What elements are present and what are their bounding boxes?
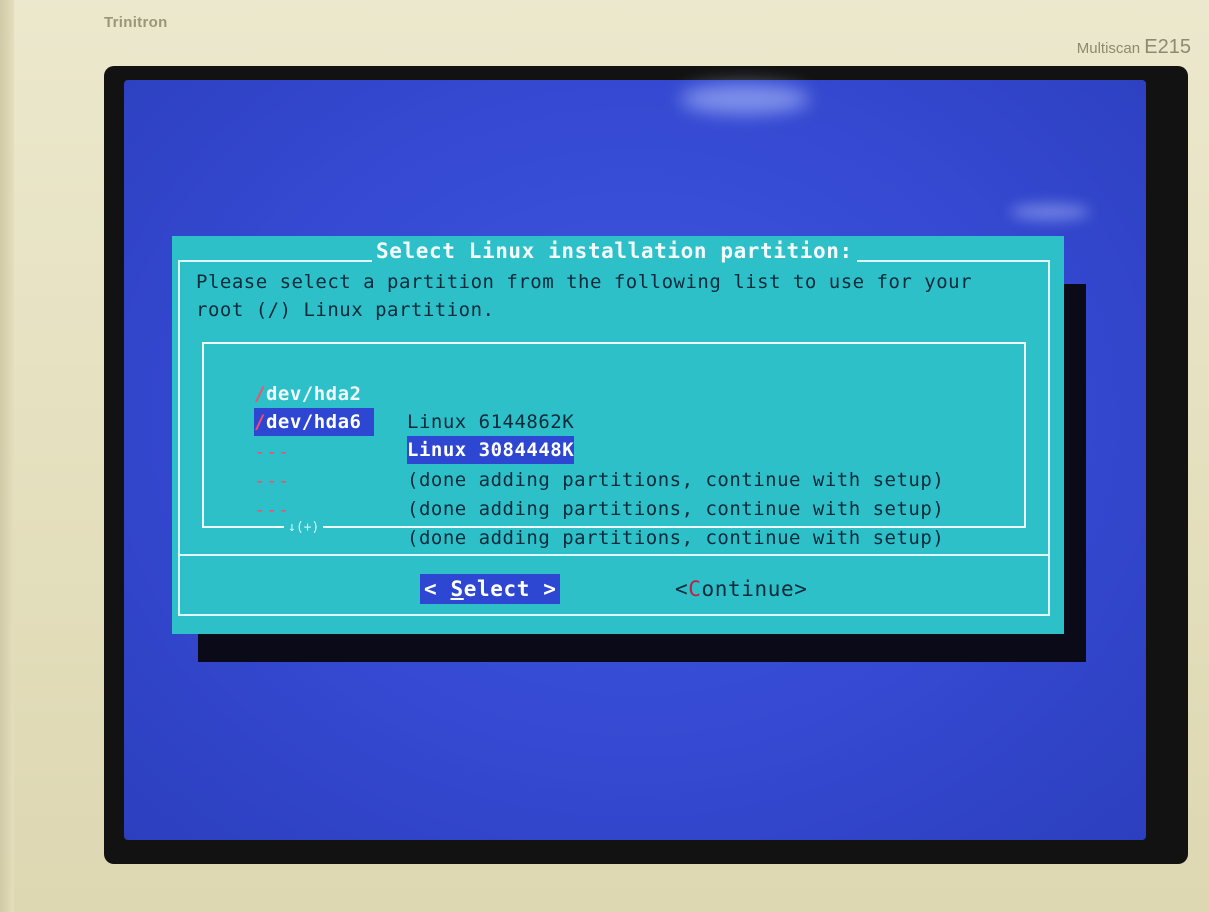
partition-item-hda2[interactable]: /dev/hda2 Linux 6144862K (254, 352, 574, 433)
scroll-down-indicator[interactable]: ↓(+) (284, 520, 324, 536)
monitor-brand: Trinitron (104, 14, 168, 31)
button-separator (178, 554, 1050, 556)
partition-item-hda6[interactable]: /dev/hda6 Linux 3084448K (254, 380, 575, 464)
partition-item-done[interactable]: --- (done adding partitions, continue wi… (254, 468, 944, 549)
monitor-model-number: E215 (1144, 36, 1191, 58)
partition-item-done[interactable]: --- (done adding partitions, continue wi… (254, 410, 944, 491)
dialog-prompt: Please select a partition from the follo… (196, 268, 1036, 324)
partition-description: (done adding partitions, continue with s… (407, 469, 945, 491)
screen-glare (680, 84, 810, 114)
screen-glare (1010, 204, 1090, 220)
partition-dialog: Select Linux installation partition: Ple… (172, 236, 1064, 634)
monitor-model: Multiscan E215 (1077, 36, 1191, 59)
partition-item-done[interactable]: --- (done adding partitions, continue wi… (254, 439, 944, 520)
partition-description: (done adding partitions, continue with s… (407, 498, 945, 520)
dialog-title: Select Linux installation partition: (372, 239, 857, 263)
bezel-edge (0, 0, 14, 912)
prompt-line: Please select a partition from the follo… (196, 271, 973, 293)
partition-description: (done adding partitions, continue with s… (407, 527, 945, 549)
partition-description: Linux 3084448K (407, 436, 575, 464)
select-button[interactable]: < Select > (420, 574, 561, 604)
partition-description: Linux 6144862K (407, 411, 575, 433)
partition-list[interactable]: /dev/hda2 Linux 6144862K /dev/hda6 Linux… (202, 342, 1026, 549)
continue-button[interactable]: <Continue> (675, 574, 807, 604)
monitor-model-prefix: Multiscan (1076, 40, 1141, 57)
prompt-line: root (/) Linux partition. (196, 299, 495, 321)
